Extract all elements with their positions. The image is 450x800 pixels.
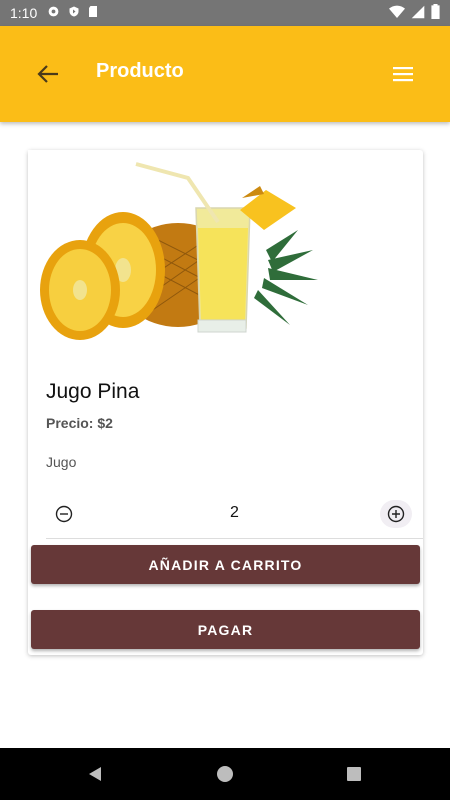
- gear-icon: [47, 5, 60, 21]
- product-card: Jugo Pina Precio: $2 Jugo 2 AÑADIR A CAR…: [28, 150, 423, 655]
- product-category: Jugo: [46, 454, 77, 470]
- increase-quantity-button[interactable]: [380, 500, 412, 528]
- nav-home-button[interactable]: [213, 762, 237, 786]
- recents-square-icon: [347, 767, 361, 781]
- add-to-cart-button[interactable]: AÑADIR A CARRITO: [31, 545, 420, 584]
- signal-icon: [411, 5, 425, 22]
- plus-circle-icon: [387, 505, 405, 523]
- status-left-icons: [47, 5, 98, 21]
- sd-card-icon: [88, 5, 98, 21]
- back-triangle-icon: [89, 767, 101, 781]
- back-button[interactable]: [28, 56, 68, 92]
- pay-button[interactable]: PAGAR: [31, 610, 420, 649]
- navigation-bar: [0, 748, 450, 800]
- product-image: [28, 150, 318, 360]
- wifi-icon: [389, 5, 405, 22]
- status-bar: 1:10: [0, 0, 450, 26]
- menu-button[interactable]: [384, 56, 422, 92]
- quantity-value: 2: [230, 504, 239, 521]
- home-circle-icon: [217, 766, 233, 782]
- arrow-back-icon: [37, 65, 58, 83]
- product-price: Precio: $2: [46, 415, 113, 431]
- product-name: Jugo Pina: [46, 380, 140, 403]
- status-right-icons: [389, 4, 440, 22]
- quantity-stepper: 2: [46, 495, 423, 539]
- battery-icon: [431, 4, 440, 22]
- hamburger-menu-icon: [393, 67, 413, 82]
- shield-icon: [68, 5, 80, 21]
- nav-recents-button[interactable]: [342, 762, 366, 786]
- status-time: 1:10: [10, 5, 38, 21]
- nav-back-button[interactable]: [83, 762, 107, 786]
- page-title: Producto: [96, 60, 184, 82]
- app-bar: Producto: [0, 26, 450, 122]
